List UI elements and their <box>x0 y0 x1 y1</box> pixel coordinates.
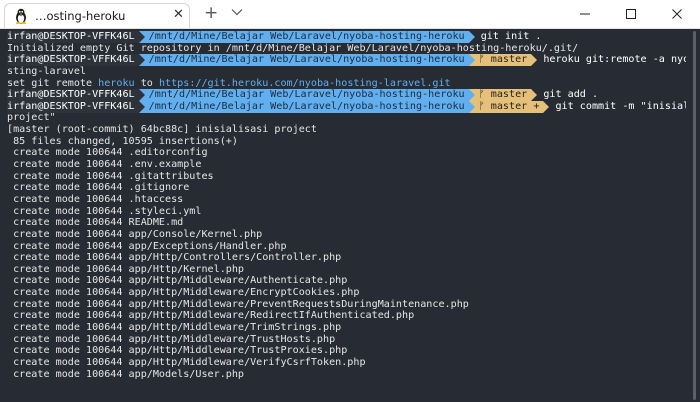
command-text: git init . <box>480 31 542 42</box>
close-window-button[interactable] <box>654 0 700 28</box>
prompt-path: /mnt/d/Mine/Belajar Web/Laravel/nyoba-ho… <box>144 100 469 113</box>
prompt-path: /mnt/d/Mine/Belajar Web/Laravel/nyoba-ho… <box>144 89 469 101</box>
list-item: create mode 100644 app/Http/Controllers/… <box>7 252 342 264</box>
output-line: project" <box>7 112 56 124</box>
git-branch-icon: ᚠ <box>478 54 485 66</box>
output-line: Initialized empty Git repository in /mnt… <box>7 42 579 54</box>
prompt-path: /mnt/d/Mine/Belajar Web/Laravel/nyoba-ho… <box>144 54 469 66</box>
prompt-line: irfan@DESKTOP-VFFK46L/mnt/d/Mine/Belajar… <box>7 89 686 102</box>
list-item: create mode 100644 app/Http/Middleware/V… <box>7 356 366 368</box>
scroll-thumb[interactable] <box>693 31 696 400</box>
branch-name: master <box>490 100 528 112</box>
branch-name: master <box>490 54 528 66</box>
list-item: create mode 100644 .editorconfig <box>7 147 208 159</box>
output-line: set git remote heroku to https://git.her… <box>7 78 686 90</box>
command-text: heroku git:remote -a nyoba-ho <box>543 54 686 66</box>
list-item: create mode 100644 .gitattributes <box>7 170 214 182</box>
tab-terminal[interactable]: …osting-heroku ✕ <box>4 3 190 28</box>
prompt-git-branch: ᚠ master + <box>474 100 544 113</box>
prompt-line: irfan@DESKTOP-VFFK46L/mnt/d/Mine/Belajar… <box>7 54 686 67</box>
list-item: create mode 100644 app/Http/Middleware/T… <box>7 322 342 334</box>
prompt-user: irfan@DESKTOP-VFFK46L <box>7 100 139 113</box>
maximize-icon <box>626 9 636 19</box>
list-item: create mode 100644 .env.example <box>7 159 202 171</box>
tab-close-button[interactable]: ✕ <box>173 7 184 23</box>
maximize-button[interactable] <box>608 0 654 28</box>
list-item: create mode 100644 app/Exceptions/Handle… <box>7 240 287 252</box>
output-line: sting-laravel <box>7 65 87 77</box>
minimize-button[interactable] <box>562 0 608 28</box>
list-item: create mode 100644 .htaccess <box>7 193 184 205</box>
segment-separator <box>531 89 538 102</box>
terminal-window: …osting-heroku ✕ + irfan@DESKTOP-VFFK46L… <box>0 0 700 402</box>
list-item: create mode 100644 app/Console/Kernel.ph… <box>7 228 263 240</box>
output-text: set git remote <box>7 77 99 89</box>
title-bar[interactable]: …osting-heroku ✕ + <box>0 0 700 29</box>
terminal-output[interactable]: irfan@DESKTOP-VFFK46L/mnt/d/Mine/Belajar… <box>0 29 686 402</box>
list-item: create mode 100644 app/Http/Kernel.php <box>7 263 245 275</box>
remote-name: heroku <box>98 77 135 89</box>
prompt-git-branch: ᚠ master <box>474 89 532 101</box>
list-item: create mode 100644 app/Http/Middleware/P… <box>7 298 469 310</box>
segment-separator <box>543 100 550 113</box>
list-item: create mode 100644 app/Http/Middleware/E… <box>7 287 360 299</box>
list-item: create mode 100644 app/Http/Middleware/A… <box>7 275 348 287</box>
tab-title: …osting-heroku <box>35 9 126 23</box>
branch-name: master <box>490 89 528 101</box>
list-item: create mode 100644 app/Http/Middleware/R… <box>7 310 415 322</box>
dirty-marker: + <box>533 100 540 112</box>
output-line: 85 files changed, 10595 insertions(+) <box>7 135 238 147</box>
new-tab-button[interactable]: + <box>204 4 218 22</box>
prompt-path: /mnt/d/Mine/Belajar Web/Laravel/nyoba-ho… <box>144 31 469 43</box>
list-item: create mode 100644 .styleci.yml <box>7 205 202 217</box>
list-item: create mode 100644 app/Models/User.php <box>7 368 245 380</box>
segment-separator <box>531 54 538 67</box>
list-item: create mode 100644 app/Http/Middleware/T… <box>7 345 348 357</box>
git-branch-icon: ᚠ <box>478 100 485 112</box>
prompt-line: irfan@DESKTOP-VFFK46L/mnt/d/Mine/Belajar… <box>7 31 686 43</box>
output-text: to <box>134 77 159 89</box>
prompt-user: irfan@DESKTOP-VFFK46L <box>7 54 139 66</box>
list-item: create mode 100644 README.md <box>7 217 184 229</box>
segment-separator <box>468 31 475 43</box>
prompt-user: irfan@DESKTOP-VFFK46L <box>7 89 139 101</box>
minimize-icon <box>580 13 590 15</box>
output-line: [master (root-commit) 64bc88c] inisialis… <box>7 124 317 136</box>
prompt-user: irfan@DESKTOP-VFFK46L <box>7 31 139 43</box>
close-icon <box>672 9 682 19</box>
list-item: create mode 100644 .gitignore <box>7 182 190 194</box>
linux-tux-icon <box>15 8 27 24</box>
prompt-line: irfan@DESKTOP-VFFK46L/mnt/d/Mine/Belajar… <box>7 100 686 113</box>
chevron-down-icon[interactable] <box>231 8 243 16</box>
list-item: create mode 100644 app/Http/Middleware/T… <box>7 333 336 345</box>
command-text: git commit -m "inisialisasi <box>555 100 686 112</box>
scrollbar[interactable] <box>688 29 700 402</box>
remote-url-link[interactable]: https://git.heroku.com/nyoba-hosting-lar… <box>159 78 451 89</box>
prompt-git-branch: ᚠ master <box>474 54 532 66</box>
git-branch-icon: ᚠ <box>478 89 485 101</box>
command-text: git add . <box>543 89 599 101</box>
